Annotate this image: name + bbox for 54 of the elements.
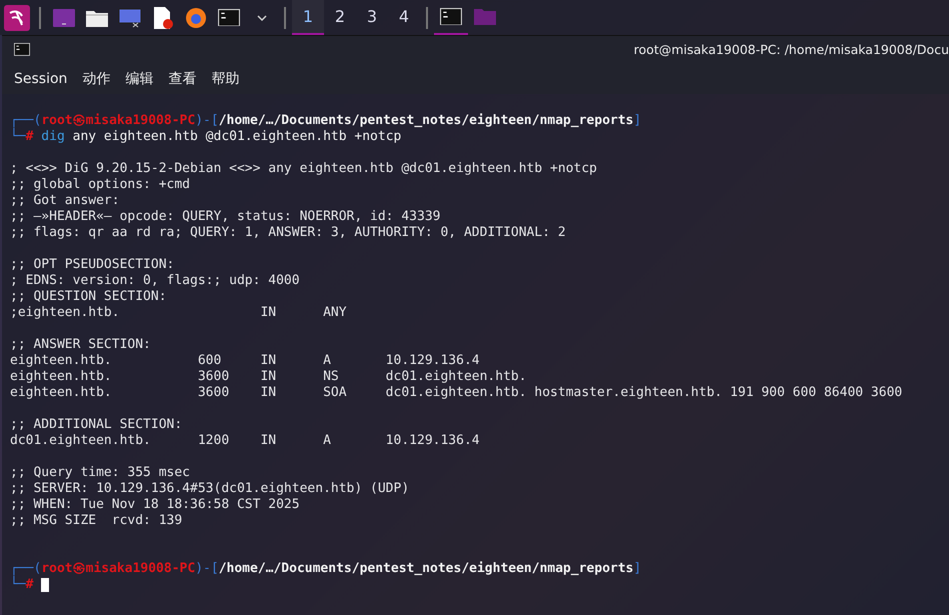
window-title: root@misaka19008-PC: /home/misaka19008/Docu xyxy=(632,42,949,57)
output-line: ;; Got answer: xyxy=(10,193,120,209)
output-line: ;; WHEN: Tue Nov 18 18:36:58 CST 2025 xyxy=(10,497,300,513)
document-icon[interactable] xyxy=(152,6,172,28)
prompt-frame: └─ xyxy=(10,577,26,593)
output-line: ;; SERVER: 10.129.136.4#53(dc01.eighteen.htb) (UDP) xyxy=(10,481,410,497)
workspace-tab[interactable]: 4 xyxy=(388,0,420,35)
browser-icon[interactable] xyxy=(184,6,206,28)
terminal-icon xyxy=(440,8,462,26)
output-line: dc01.eighteen.htb. 1200 IN A 10.129.136.4 xyxy=(10,433,480,449)
output-line: ;; MSG SIZE rcvd: 139 xyxy=(10,513,182,529)
workspace-tab[interactable]: 2 xyxy=(324,0,356,35)
folder-icon[interactable] xyxy=(86,8,108,26)
prompt-path: /home/…/Documents/pentest_notes/eighteen/nmap_reports xyxy=(218,561,634,577)
command-arguments: any eighteen.htb @dc01.eighteen.htb +notcp xyxy=(72,129,402,145)
caret-icon[interactable] xyxy=(256,14,266,20)
output-line: eighteen.htb. 3600 IN SOA dc01.eighteen.htb. hostmaster.eighteen.htb. 191 900 600 86400 3600 xyxy=(10,385,902,401)
workspace-tab[interactable]: 1 xyxy=(292,0,324,35)
command-name: dig xyxy=(40,129,65,145)
output-line: ;eighteen.htb. IN ANY xyxy=(10,305,347,321)
menu-item[interactable]: 帮助 xyxy=(211,70,240,88)
output-line: ;; ADDITIONAL SECTION: xyxy=(10,417,182,433)
prompt-user-host: root㉿misaka19008-PC xyxy=(41,561,196,577)
prompt-symbol: # xyxy=(26,577,34,593)
prompt-frame: ┌──( xyxy=(10,113,42,129)
menu-item[interactable]: 查看 xyxy=(168,70,196,88)
output-line: ;; —»HEADER«— opcode: QUERY, status: NOERROR, id: 43339 xyxy=(10,209,440,225)
output-line: ;; global options: +cmd xyxy=(10,177,190,193)
prompt-frame: )-[ xyxy=(195,113,219,129)
prompt-path: /home/…/Documents/pentest_notes/eighteen/nmap_reports xyxy=(218,113,634,129)
prompt-frame: └─ xyxy=(10,129,26,145)
output-line: ;; QUESTION SECTION: xyxy=(10,289,167,305)
terminal-icon xyxy=(218,8,240,26)
menu-item[interactable]: 动作 xyxy=(82,70,110,88)
output-line: eighteen.htb. 600 IN A 10.129.136.4 xyxy=(10,353,480,369)
menu-item[interactable]: 编辑 xyxy=(125,70,154,88)
prompt-frame: )-[ xyxy=(195,561,219,577)
output-line: ; <<>> DiG 9.20.15-2-Debian <<>> any eighteen.htb @dc01.eighteen.htb +notcp xyxy=(10,161,597,177)
output-line: ;; ANSWER SECTION: xyxy=(10,337,151,353)
prompt-user-host: root㉿misaka19008-PC xyxy=(41,113,196,129)
terminal-icon xyxy=(14,43,30,56)
prompt-frame: ┌──( xyxy=(10,561,42,577)
prompt-frame: ] xyxy=(634,113,642,129)
workspace-tab[interactable]: 3 xyxy=(356,0,388,35)
output-line: eighteen.htb. 3600 IN NS dc01.eighteen.htb. xyxy=(10,369,527,385)
dragon-logo-icon[interactable] xyxy=(4,4,30,30)
output-line: ;; flags: qr aa rd ra; QUERY: 1, ANSWER: 3, AUTHORITY: 0, ADDITIONAL: 2 xyxy=(10,225,566,241)
monitor-icon[interactable] xyxy=(118,8,142,28)
menu-item[interactable]: Session xyxy=(14,70,68,86)
prompt-frame: ] xyxy=(634,561,642,577)
prompt-symbol: # xyxy=(26,129,34,145)
output-line: ;; OPT PSEUDOSECTION: xyxy=(10,257,174,273)
output-line: ; EDNS: version: 0, flags:; udp: 4000 xyxy=(10,273,300,289)
output-line: ;; Query time: 355 msec xyxy=(10,465,190,481)
